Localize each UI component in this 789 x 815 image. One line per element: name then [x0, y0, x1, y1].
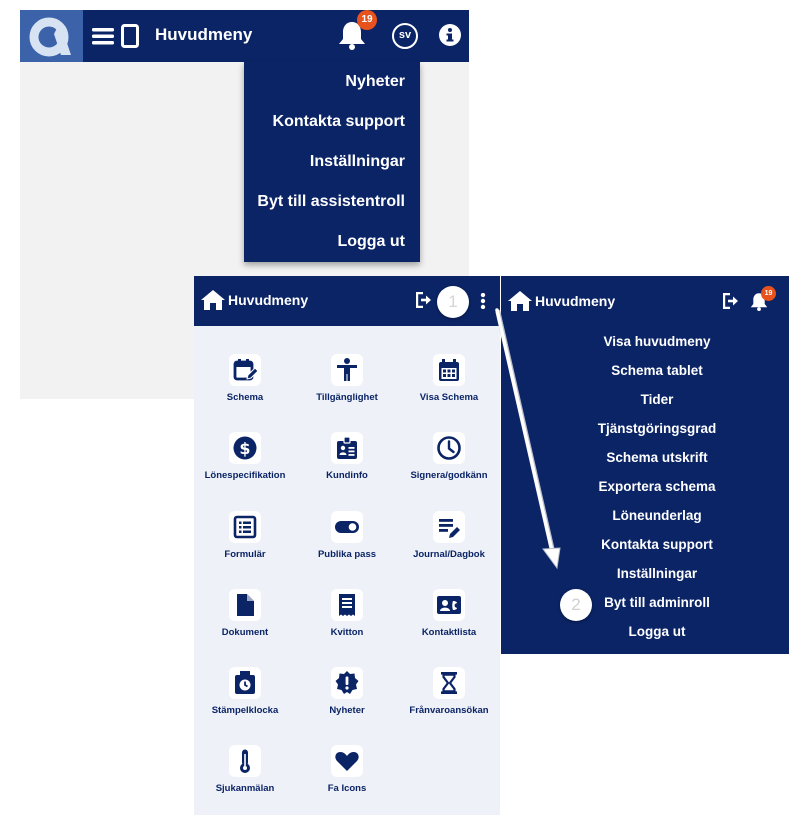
- tile-label: Nyheter: [329, 705, 365, 716]
- menu-item-tjanstgoringsgrad[interactable]: Tjänstgöringsgrad: [501, 419, 789, 439]
- tile-kundinfo[interactable]: Kundinfo: [296, 432, 398, 481]
- menu-item-byt-till-assistentroll[interactable]: Byt till assistentroll: [257, 191, 405, 213]
- id-badge-icon: [331, 432, 363, 464]
- tile-franvaroansokan[interactable]: Frånvaroansökan: [398, 667, 500, 716]
- tile-label: Lönespecifikation: [204, 470, 286, 481]
- calendar-edit-icon: [229, 354, 261, 386]
- logout-icon[interactable]: [416, 292, 432, 308]
- tile-fa-icons[interactable]: Fa Icons: [296, 745, 398, 794]
- menu-item-exportera-schema[interactable]: Exportera schema: [501, 477, 789, 497]
- tile-label: Stämpelklocka: [211, 705, 279, 716]
- home-icon[interactable]: [507, 290, 533, 312]
- menu-item-logga-ut[interactable]: Logga ut: [337, 231, 405, 253]
- app-logo[interactable]: [20, 10, 83, 62]
- tile-label: Signera/godkänn: [410, 470, 488, 481]
- desktop-header: Huvudmeny 19 sv: [20, 10, 469, 62]
- hamburger-menu-icon[interactable]: [92, 26, 114, 46]
- tile-label: Kundinfo: [326, 470, 368, 481]
- tile-journal-dagbok[interactable]: Journal/Dagbok: [398, 511, 500, 560]
- step-marker-2: 2: [560, 589, 592, 621]
- mobile-main-menu: Huvudmeny 1 Schema Tillgänglighet Visa S…: [194, 276, 500, 815]
- tile-label: Formulär: [224, 549, 266, 560]
- menu-item-kontakta-support[interactable]: Kontakta support: [273, 111, 405, 133]
- menu-item-installningar[interactable]: Inställningar: [501, 564, 789, 584]
- journal-edit-icon: [433, 511, 465, 543]
- menu-item-visa-huvudmeny[interactable]: Visa huvudmeny: [501, 332, 789, 352]
- tile-stampelklocka[interactable]: Stämpelklocka: [194, 667, 296, 716]
- document-icon: [229, 589, 261, 621]
- tile-label: Journal/Dagbok: [413, 549, 485, 560]
- tile-label: Publika pass: [317, 549, 377, 560]
- tile-schema[interactable]: Schema: [194, 354, 296, 403]
- tile-signera-godkann[interactable]: Signera/godkänn: [398, 432, 500, 481]
- tile-label: Schema: [226, 392, 264, 403]
- menu-item-installningar[interactable]: Inställningar: [310, 151, 405, 173]
- tile-lonespecifikation[interactable]: $ Lönespecifikation: [194, 432, 296, 481]
- dollar-circle-icon: $: [229, 432, 261, 464]
- calendar-grid-icon: [433, 354, 465, 386]
- tile-publika-pass[interactable]: Publika pass: [296, 511, 398, 560]
- tile-dokument[interactable]: Dokument: [194, 589, 296, 638]
- tile-label: Dokument: [221, 627, 269, 638]
- info-icon[interactable]: [438, 23, 462, 47]
- thermometer-icon: [229, 745, 261, 777]
- list-form-icon: [229, 511, 261, 543]
- tile-tillganglighet[interactable]: Tillgänglighet: [296, 354, 398, 403]
- accessibility-person-icon: [331, 354, 363, 386]
- notification-badge: 19: [357, 10, 377, 30]
- mobile-header: Huvudmeny 1: [194, 276, 500, 326]
- clock-icon: [433, 432, 465, 464]
- tile-label: Kvitton: [330, 627, 364, 638]
- menu-item-loneunderlag[interactable]: Löneunderlag: [501, 506, 789, 526]
- tile-formular[interactable]: Formulär: [194, 511, 296, 560]
- step-marker-1: 1: [437, 286, 469, 318]
- menu-item-logga-ut[interactable]: Logga ut: [501, 622, 789, 642]
- tile-nyheter[interactable]: Nyheter: [296, 667, 398, 716]
- menu-item-schema-tablet[interactable]: Schema tablet: [501, 361, 789, 381]
- news-badge-icon: [331, 667, 363, 699]
- logout-icon[interactable]: [723, 293, 739, 309]
- heart-icon: [331, 745, 363, 777]
- mobile-dropdown-menu: Huvudmeny 19 Visa huvudmeny Schema table…: [501, 276, 789, 654]
- header-title: Huvudmeny: [535, 293, 616, 309]
- menu-item-nyheter[interactable]: Nyheter: [345, 71, 405, 93]
- menu-item-schema-utskrift[interactable]: Schema utskrift: [501, 448, 789, 468]
- mobile-device-icon[interactable]: [121, 24, 139, 48]
- toggle-icon: [331, 511, 363, 543]
- tile-label: Visa Schema: [419, 392, 479, 403]
- header-title: Huvudmeny: [155, 25, 253, 44]
- contact-card-icon: [433, 589, 465, 621]
- tile-sjukanmalan[interactable]: Sjukanmälan: [194, 745, 296, 794]
- menu-item-byt-till-adminroll[interactable]: Byt till adminroll: [501, 593, 789, 613]
- tile-label: Frånvaroansökan: [409, 705, 489, 716]
- svg-text:$: $: [239, 439, 250, 458]
- more-options-icon[interactable]: [480, 293, 486, 309]
- tile-label: Sjukanmälan: [215, 783, 275, 794]
- hourglass-icon: [433, 667, 465, 699]
- receipt-icon: [331, 589, 363, 621]
- tile-kvitton[interactable]: Kvitton: [296, 589, 398, 638]
- tile-label: Fa Icons: [327, 783, 367, 794]
- user-dropdown-menu: Nyheter Kontakta support Inställningar B…: [244, 62, 420, 262]
- tile-kontaktlista[interactable]: Kontaktlista: [398, 589, 500, 638]
- home-icon[interactable]: [200, 289, 226, 311]
- menu-item-kontakta-support[interactable]: Kontakta support: [501, 535, 789, 555]
- header-title: Huvudmeny: [228, 292, 309, 308]
- tile-visa-schema[interactable]: Visa Schema: [398, 354, 500, 403]
- menu-item-tider[interactable]: Tider: [501, 390, 789, 410]
- notification-badge: 19: [761, 286, 776, 301]
- tile-label: Kontaktlista: [421, 627, 477, 638]
- punch-clock-icon: [229, 667, 261, 699]
- tile-label: Tillgänglighet: [316, 392, 378, 403]
- user-avatar[interactable]: sv: [392, 23, 418, 49]
